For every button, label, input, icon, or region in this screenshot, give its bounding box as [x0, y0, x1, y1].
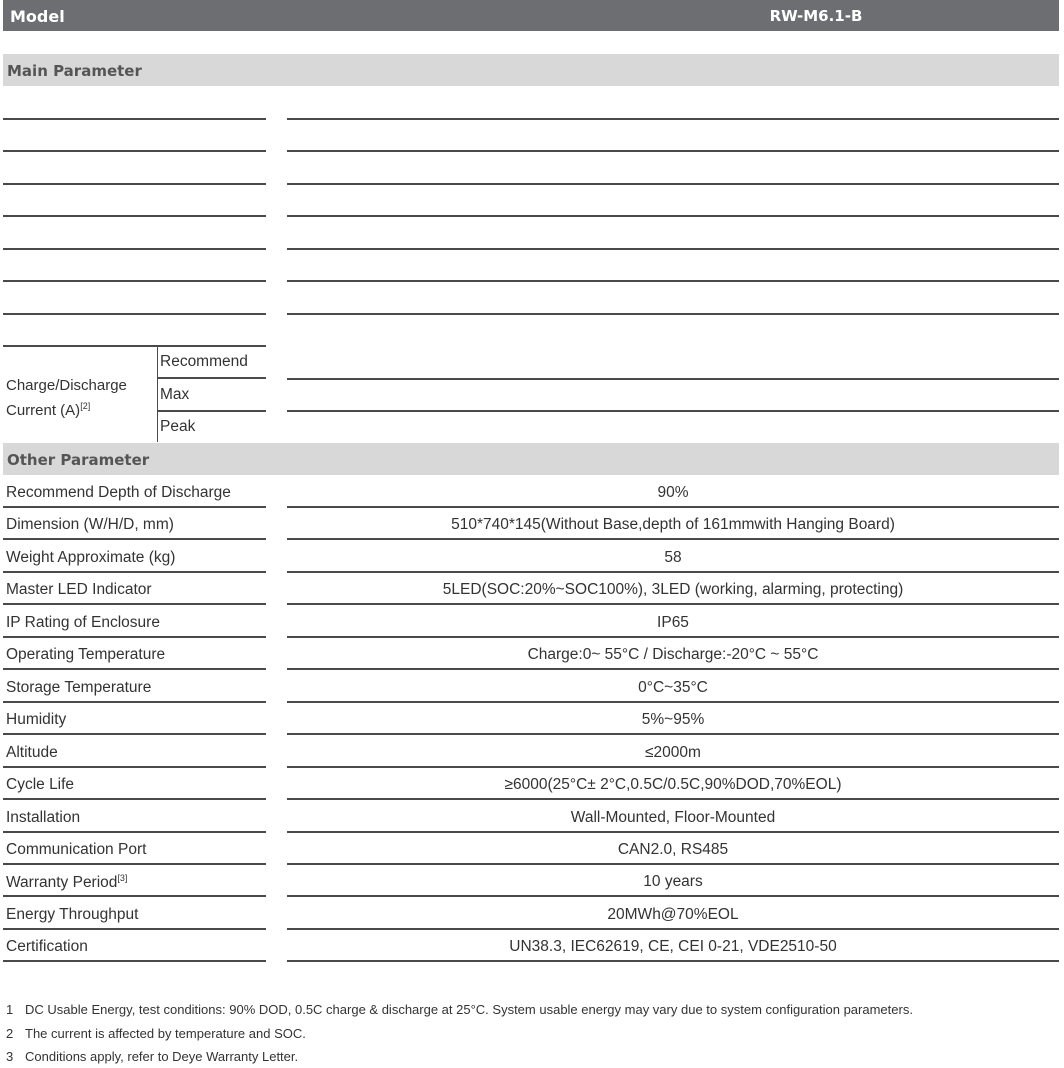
- parameter-name: Weight Approximate (kg): [6, 549, 176, 566]
- row-divider: [287, 603, 1059, 605]
- table-row: Master LED Indicator 5LED(SOC:20%~SOC100%…: [3, 573, 1059, 605]
- table-row: Energy Throughput 20MWh@70%EOL: [3, 898, 1059, 930]
- parameter-name: Energy Throughput: [6, 906, 139, 923]
- charge-discharge-label-line2: Current (A): [6, 402, 81, 419]
- row-divider: [287, 733, 1059, 735]
- row-divider: [3, 248, 266, 250]
- row-divider: [3, 960, 266, 962]
- parameter-value: ≤2000m: [645, 744, 701, 761]
- row-divider: [287, 313, 1059, 315]
- row-divider: [3, 538, 266, 540]
- footnote-2: 2 The current is affected by temperature …: [6, 1026, 306, 1041]
- parameter-name: Storage Temperature: [6, 679, 152, 696]
- row-divider: [3, 733, 266, 735]
- sub-row-max: Max: [160, 386, 190, 403]
- row-divider: [158, 377, 266, 379]
- main-parameter-section: Main Parameter: [3, 54, 1059, 86]
- model-header: Model RW-M6.1-B: [3, 0, 1059, 31]
- table-row: Operating Temperature Charge:0~ 55°C / Di…: [3, 638, 1059, 670]
- footnote-ref: [2]: [80, 401, 91, 411]
- table-row: Communication Port CAN2.0, RS485: [3, 833, 1059, 865]
- other-parameter-section: Other Parameter: [3, 443, 1059, 475]
- row-divider: [287, 215, 1059, 217]
- model-name: RW-M6.1-B: [769, 7, 863, 25]
- row-divider: [3, 345, 266, 347]
- charge-discharge-label-line1: Charge/Discharge: [6, 377, 127, 394]
- row-divider: [287, 150, 1059, 152]
- row-divider: [3, 150, 266, 152]
- row-divider: [3, 118, 266, 120]
- table-row: Dimension (W/H/D, mm) 510*740*145(Without…: [3, 508, 1059, 540]
- row-divider: [287, 118, 1059, 120]
- table-row: Humidity 5%~95%: [3, 703, 1059, 735]
- row-divider: [287, 538, 1059, 540]
- row-divider: [287, 960, 1059, 962]
- parameter-value: 58: [664, 549, 682, 566]
- parameter-value: Charge:0~ 55°C / Discharge:-20°C ~ 55°C: [527, 646, 819, 663]
- parameter-name: Master LED Indicator: [6, 581, 152, 598]
- row-divider: [3, 183, 266, 185]
- parameter-name-wrap: Warranty Period[3]: [6, 873, 127, 892]
- sub-row-recommend: Recommend: [160, 353, 248, 370]
- table-row: Altitude ≤2000m: [3, 736, 1059, 768]
- parameter-name: IP Rating of Enclosure: [6, 614, 160, 631]
- footnote-1: 1 DC Usable Energy, test conditions: 90% …: [6, 1002, 913, 1017]
- row-divider: [287, 410, 1059, 412]
- row-divider: [3, 280, 266, 282]
- row-divider: [3, 895, 266, 897]
- other-parameter-title: Other Parameter: [7, 451, 150, 469]
- column-divider: [157, 345, 158, 442]
- parameter-value: UN38.3, IEC62619, CE, CEI 0-21, VDE2510-…: [509, 938, 837, 955]
- parameter-value: 20MWh@70%EOL: [607, 906, 739, 923]
- footnote-ref: [3]: [117, 873, 128, 883]
- parameter-name: Recommend Depth of Discharge: [6, 484, 231, 501]
- parameter-value: 510*740*145(Without Base,depth of 161mmw…: [451, 516, 895, 533]
- parameter-value: 5%~95%: [641, 711, 705, 728]
- parameter-name: Altitude: [6, 744, 58, 761]
- parameter-name: Dimension (W/H/D, mm): [6, 516, 174, 533]
- table-row: Recommend Depth of Discharge 90%: [3, 476, 1059, 508]
- row-divider: [3, 215, 266, 217]
- parameter-name: Installation: [6, 809, 81, 826]
- parameter-value: 0°C~35°C: [638, 679, 708, 696]
- row-divider: [3, 668, 266, 670]
- table-row: Cycle Life ≥6000(25°C± 2°C,0.5C/0.5C,90%D…: [3, 768, 1059, 800]
- table-row: Warranty Period[3] 10 years: [3, 865, 1059, 897]
- table-row: Installation Wall-Mounted, Floor-Mounted: [3, 801, 1059, 833]
- table-row: Certification UN38.3, IEC62619, CE, CEI 0…: [3, 930, 1059, 962]
- sub-row-peak: Peak: [160, 418, 196, 435]
- footnote-3: 3 Conditions apply, refer to Deye Warrant…: [6, 1049, 299, 1064]
- parameter-value: IP65: [657, 614, 689, 631]
- row-divider: [287, 895, 1059, 897]
- table-row: Storage Temperature 0°C~35°C: [3, 671, 1059, 703]
- row-divider: [287, 280, 1059, 282]
- parameter-value: CAN2.0, RS485: [617, 841, 729, 858]
- parameter-name: Certification: [6, 938, 88, 955]
- parameter-name: Communication Port: [6, 841, 147, 858]
- parameter-name: Humidity: [6, 711, 67, 728]
- row-divider: [3, 313, 266, 315]
- charge-discharge-label: Charge/Discharge Current (A)[2]: [6, 376, 127, 421]
- row-divider: [3, 798, 266, 800]
- parameter-value: 5LED(SOC:20%~SOC100%), 3LED (working, al…: [442, 581, 904, 598]
- row-divider: [287, 248, 1059, 250]
- table-row: IP Rating of Enclosure IP65: [3, 606, 1059, 638]
- parameter-value: ≥6000(25°C± 2°C,0.5C/0.5C,90%DOD,70%EOL): [504, 776, 842, 793]
- parameter-value: 90%: [657, 484, 689, 501]
- parameter-name: Cycle Life: [6, 776, 75, 793]
- main-parameter-title: Main Parameter: [7, 62, 142, 80]
- row-divider: [287, 183, 1059, 185]
- row-divider: [287, 378, 1059, 380]
- parameter-name: Warranty Period: [6, 874, 118, 891]
- row-divider: [287, 798, 1059, 800]
- row-divider: [3, 603, 266, 605]
- table-row: Weight Approximate (kg) 58: [3, 541, 1059, 573]
- parameter-value: 10 years: [643, 873, 703, 890]
- row-divider: [158, 410, 266, 412]
- parameter-value: Wall-Mounted, Floor-Mounted: [570, 809, 776, 826]
- parameter-name: Operating Temperature: [6, 646, 166, 663]
- row-divider: [287, 668, 1059, 670]
